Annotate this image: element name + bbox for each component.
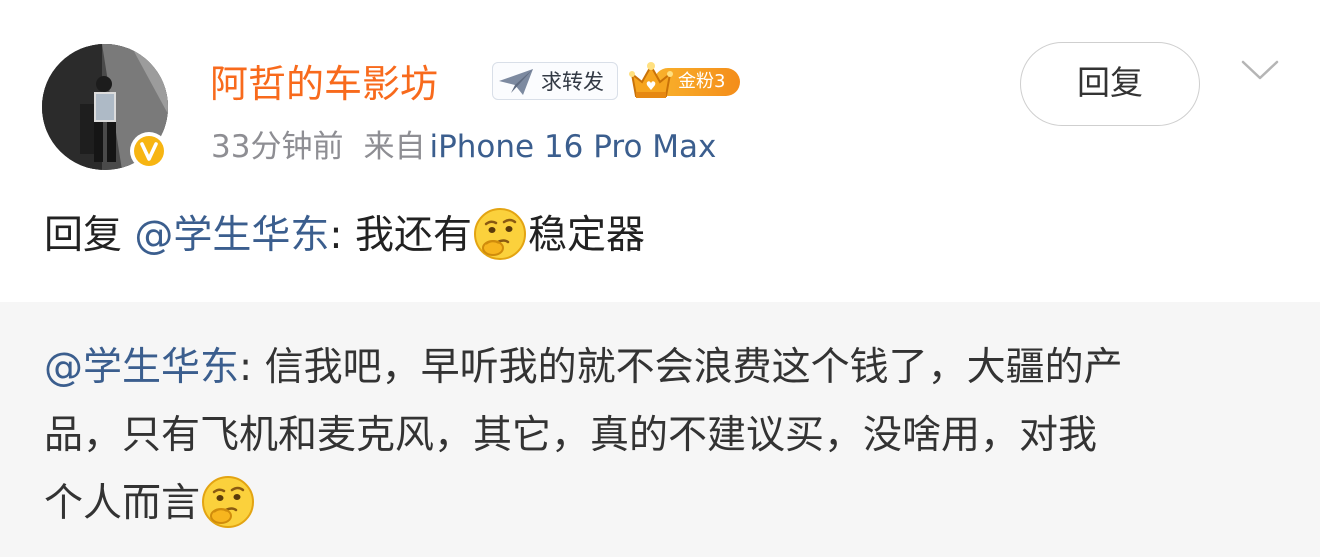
comment-body-part1: 我还有 bbox=[354, 213, 472, 258]
thinking-face-emoji bbox=[200, 474, 256, 530]
chevron-down-icon[interactable] bbox=[1240, 58, 1280, 82]
comment-colon: : bbox=[329, 213, 355, 258]
repost-request-label: 求转发 bbox=[541, 70, 604, 94]
username[interactable]: 阿哲的车影坊 bbox=[210, 58, 438, 110]
repost-request-tag[interactable]: 求转发 bbox=[492, 62, 618, 100]
comment-body-part2: 稳定器 bbox=[527, 213, 645, 258]
post-meta: 33分钟前 来自 iPhone 16 Pro Max bbox=[211, 126, 716, 168]
paper-plane-icon bbox=[499, 69, 533, 95]
svg-text:♥: ♥ bbox=[646, 79, 657, 93]
crown-icon: ♥ bbox=[629, 62, 673, 98]
verified-v-icon bbox=[130, 132, 168, 170]
comment-text: 回复 @学生华东: 我还有 稳定器 bbox=[44, 206, 645, 265]
device-link[interactable]: iPhone 16 Pro Max bbox=[429, 129, 716, 165]
comment-reply-prefix: 回复 bbox=[44, 213, 135, 258]
source-prefix: 来自 bbox=[363, 129, 426, 165]
mention-link[interactable]: @学生华东 bbox=[134, 213, 329, 258]
quoted-text-line-2: 品，只有飞机和麦克风，其它，真的不建议买，没啥用，对我 bbox=[44, 413, 1098, 458]
thinking-face-emoji bbox=[472, 206, 528, 262]
quoted-colon: : bbox=[239, 345, 265, 390]
quoted-text-line-1: 信我吧，早听我的就不会浪费这个钱了，大疆的产 bbox=[264, 345, 1123, 390]
fan-level-badge[interactable]: ♥ 金粉3 bbox=[628, 60, 742, 102]
quoted-text-line-3: 个人而言 bbox=[44, 481, 201, 526]
fan-badge-label: 金粉3 bbox=[678, 71, 726, 92]
quoted-mention-link[interactable]: @学生华东 bbox=[44, 345, 239, 390]
reply-button[interactable]: 回复 bbox=[1020, 42, 1200, 126]
quoted-comment-text: @学生华东: 信我吧，早听我的就不会浪费这个钱了，大疆的产 品，只有飞机和麦克风… bbox=[44, 334, 1294, 538]
quoted-line-3: 个人而言 bbox=[44, 470, 1294, 538]
quoted-line-1: @学生华东: 信我吧，早听我的就不会浪费这个钱了，大疆的产 bbox=[44, 334, 1294, 402]
post-time: 33分钟前 bbox=[211, 129, 344, 165]
